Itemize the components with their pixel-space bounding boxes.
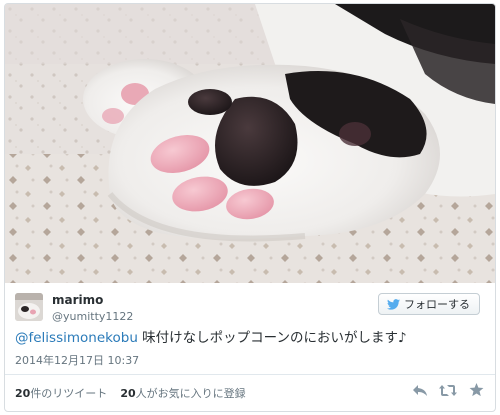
bird-icon [387,298,400,310]
tweet-actions [411,382,485,398]
cat-avatar-icon[interactable] [15,293,43,321]
follow-button-label: フォローする [404,298,470,311]
tweet-timestamp[interactable]: 2014年12月17日 10:37 [15,352,139,368]
tweet-body: 味付けなしポップコーンのにおいがします♪ [137,330,407,346]
retweet-count: 20 [15,387,31,400]
retweet-label: 件のリツイート [30,387,108,400]
cat-paw-image [5,4,495,283]
favorite-count: 20 [120,387,136,400]
mention-link[interactable]: @felissimonekobu [15,330,138,346]
tweet-text: @felissimonekobu 味付けなしポップコーンのにおいがします♪ [15,326,485,346]
retweet-icon[interactable] [439,382,457,398]
reply-icon[interactable] [411,382,429,398]
divider [5,374,495,375]
favorite-stat[interactable]: 20人がお気に入りに登録 [120,387,245,400]
follow-button[interactable]: フォローする [378,293,480,315]
star-icon[interactable] [467,382,485,398]
tweet-photo[interactable] [5,4,495,283]
author-display-name[interactable]: marimo [52,293,103,307]
embedded-tweet-card: marimo @yumitty1122 フォローする @felissimonek… [4,3,496,412]
author-handle[interactable]: @yumitty1122 [52,310,133,323]
retweet-stat[interactable]: 20件のリツイート [15,387,107,400]
tweet-author: marimo @yumitty1122 フォローする [15,293,485,325]
tweet-stats: 20件のリツイート 20人がお気に入りに登録 [15,385,246,401]
favorite-label: 人がお気に入りに登録 [135,387,246,400]
